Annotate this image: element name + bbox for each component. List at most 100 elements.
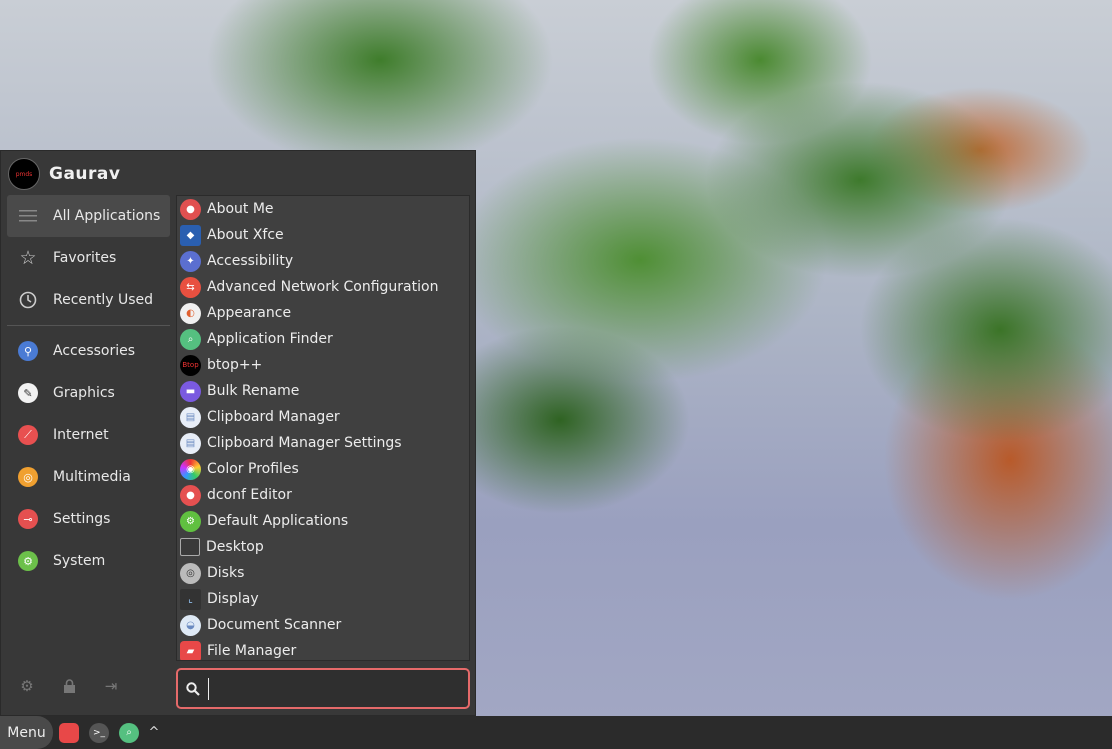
category-list: All Applications ☆ Favorites Recently Us… [7, 195, 170, 582]
app-finder-icon[interactable]: ⌕ [119, 722, 139, 743]
category-recently-used[interactable]: Recently Used [7, 279, 170, 321]
category-label: Recently Used [53, 292, 154, 308]
app-label: Clipboard Manager [207, 409, 340, 425]
accessories-icon: ⚲ [17, 340, 39, 362]
category-label: All Applications [53, 208, 161, 224]
app-dconf-editor[interactable]: ● dconf Editor [177, 482, 469, 508]
file-manager-icon: ▰ [180, 640, 201, 660]
category-separator [7, 325, 170, 326]
app-label: Display [207, 591, 259, 607]
category-label: Graphics [53, 385, 115, 401]
app-application-finder[interactable]: ⌕ Application Finder [177, 326, 469, 352]
app-btop[interactable]: Btop btop++ [177, 352, 469, 378]
app-label: Document Scanner [207, 617, 342, 633]
terminal-icon[interactable]: >_ [89, 722, 109, 743]
app-label: File Manager [207, 643, 297, 659]
app-about-me[interactable]: ● About Me [177, 196, 469, 222]
category-label: System [53, 553, 106, 569]
session-actions: ⚙ ⇥ [18, 677, 120, 695]
clipboard-icon: ▤ [180, 406, 201, 428]
category-settings[interactable]: ⊸ Settings [7, 498, 170, 540]
app-bulk-rename[interactable]: ▬ Bulk Rename [177, 378, 469, 404]
app-desktop[interactable]: Desktop [177, 534, 469, 560]
application-list[interactable]: ● About Me ◆ About Xfce ✦ Accessibility ⇆ Ad… [176, 195, 470, 661]
category-multimedia[interactable]: ◎ Multimedia [7, 456, 170, 498]
network-icon: ⇆ [180, 276, 201, 298]
settings-icon: ⊸ [17, 508, 39, 530]
app-label: Color Profiles [207, 461, 299, 477]
category-all-applications[interactable]: All Applications [7, 195, 170, 237]
category-internet[interactable]: ⟋ Internet [7, 414, 170, 456]
lock-icon[interactable] [60, 677, 78, 695]
color-profiles-icon: ◉ [180, 458, 201, 480]
bulk-rename-icon: ▬ [180, 380, 201, 402]
username: Gaurav [49, 164, 121, 184]
category-graphics[interactable]: ✎ Graphics [7, 372, 170, 414]
category-label: Accessories [53, 343, 136, 359]
avatar-text: pmds [15, 170, 33, 178]
app-appearance[interactable]: ◐ Appearance [177, 300, 469, 326]
search-box[interactable] [176, 668, 470, 709]
app-label: Advanced Network Configuration [207, 279, 439, 295]
menu-button[interactable]: Menu [0, 716, 53, 749]
user-avatar[interactable]: pmds [8, 158, 40, 190]
app-document-scanner[interactable]: ◒ Document Scanner [177, 612, 469, 638]
menu-button-label: Menu [7, 724, 46, 741]
app-label: About Xfce [207, 227, 284, 243]
category-label: Internet [53, 427, 109, 443]
app-disks[interactable]: ◎ Disks [177, 560, 469, 586]
app-label: Accessibility [207, 253, 294, 269]
chevron-up-icon[interactable]: ^ [149, 723, 160, 743]
system-icon: ⚙ [17, 550, 39, 572]
category-label: Favorites [53, 250, 117, 266]
app-label: Disks [207, 565, 245, 581]
desktop-icon [180, 538, 200, 556]
star-icon: ☆ [19, 247, 37, 269]
logout-icon[interactable]: ⇥ [102, 677, 120, 695]
category-label: Multimedia [53, 469, 131, 485]
dconf-icon: ● [180, 484, 201, 506]
category-favorites[interactable]: ☆ Favorites [7, 237, 170, 279]
app-clipboard-manager-settings[interactable]: ▤ Clipboard Manager Settings [177, 430, 469, 456]
app-accessibility[interactable]: ✦ Accessibility [177, 248, 469, 274]
appearance-icon: ◐ [180, 302, 201, 324]
app-label: btop++ [207, 357, 263, 373]
panel-launchers: >_ ⌕ ^ [59, 722, 160, 743]
history-icon [17, 289, 39, 311]
category-system[interactable]: ⚙ System [7, 540, 170, 582]
internet-icon: ⟋ [17, 424, 39, 446]
app-label: About Me [207, 201, 274, 217]
display-icon: ⌞ [180, 588, 201, 610]
list-icon [17, 205, 39, 227]
search-icon [178, 681, 208, 696]
app-label: Desktop [206, 539, 264, 555]
whisker-menu: pmds Gaurav All Applications ☆ Favorites… [0, 150, 476, 716]
menu-header: pmds Gaurav [8, 158, 120, 190]
app-about-xfce[interactable]: ◆ About Xfce [177, 222, 469, 248]
app-label: Default Applications [207, 513, 349, 529]
app-label: Appearance [207, 305, 292, 321]
xfce-icon: ◆ [180, 224, 201, 246]
settings-gear-icon[interactable]: ⚙ [18, 677, 36, 695]
btop-icon: Btop [180, 354, 201, 376]
graphics-icon: ✎ [17, 382, 39, 404]
multimedia-icon: ◎ [17, 466, 39, 488]
search-input[interactable] [208, 677, 464, 700]
app-file-manager[interactable]: ▰ File Manager [177, 638, 469, 660]
scanner-icon: ◒ [180, 614, 201, 636]
app-finder-icon: ⌕ [180, 328, 201, 350]
app-label: dconf Editor [207, 487, 292, 503]
app-display[interactable]: ⌞ Display [177, 586, 469, 612]
disks-icon: ◎ [180, 562, 201, 584]
clipboard-settings-icon: ▤ [180, 432, 201, 454]
accessibility-icon: ✦ [180, 250, 201, 272]
app-default-applications[interactable]: ⚙ Default Applications [177, 508, 469, 534]
app-clipboard-manager[interactable]: ▤ Clipboard Manager [177, 404, 469, 430]
about-me-icon: ● [180, 198, 201, 220]
app-advanced-network-configuration[interactable]: ⇆ Advanced Network Configuration [177, 274, 469, 300]
app-label: Bulk Rename [207, 383, 300, 399]
bottom-panel: Menu >_ ⌕ ^ [0, 716, 1112, 749]
category-accessories[interactable]: ⚲ Accessories [7, 330, 170, 372]
app-color-profiles[interactable]: ◉ Color Profiles [177, 456, 469, 482]
file-manager-icon[interactable] [59, 722, 79, 743]
